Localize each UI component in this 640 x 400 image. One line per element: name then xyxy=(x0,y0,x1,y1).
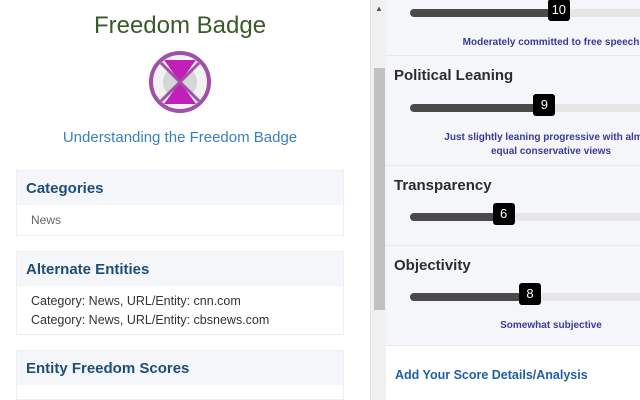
alternate-entities-list: Category: News, URL/Entity: cnn.com Cate… xyxy=(17,286,343,340)
political-leaning-section: Political Leaning 9 Just slightly leanin… xyxy=(386,56,640,166)
categories-heading: Categories xyxy=(17,171,343,205)
right-pane: 10 Moderately committed to free speech P… xyxy=(386,0,640,400)
slider-handle[interactable]: 9 xyxy=(533,94,556,116)
slider-handle[interactable]: 6 xyxy=(492,203,515,225)
alternate-entity-row: Category: News, URL/Entity: cnn.com xyxy=(31,294,241,308)
objectivity-title: Objectivity xyxy=(394,257,471,274)
political-leaning-caption-line1: Just slightly leaning progressive with a… xyxy=(444,132,640,143)
alternate-entities-card: Alternate Entities Category: News, URL/E… xyxy=(16,251,344,335)
alternate-entity-row: Category: News, URL/Entity: cbsnews.com xyxy=(31,313,270,327)
freedom-badge-logo-icon xyxy=(149,51,211,113)
scrollbar-thumb[interactable] xyxy=(374,68,385,310)
slider-handle[interactable]: 8 xyxy=(519,283,541,305)
category-item: News xyxy=(31,213,62,227)
extension-page: Freedom Badge Understanding the Freedom … xyxy=(0,0,640,400)
slider-handle[interactable]: 10 xyxy=(547,0,570,21)
free-speech-section: 10 Moderately committed to free speech xyxy=(386,0,640,56)
transparency-slider[interactable]: 6 xyxy=(410,203,640,225)
left-pane: Freedom Badge Understanding the Freedom … xyxy=(0,0,370,400)
alternate-entities-heading: Alternate Entities xyxy=(17,252,343,286)
free-speech-caption: Moderately committed to free speech xyxy=(462,37,640,48)
transparency-section: Transparency 6 xyxy=(386,166,640,246)
categories-list: News xyxy=(17,205,343,240)
add-score-details-link[interactable]: Add Your Score Details/Analysis xyxy=(395,368,588,382)
objectivity-slider[interactable]: 8 xyxy=(410,283,640,305)
slider-fill xyxy=(410,104,545,112)
free-speech-slider[interactable]: 10 xyxy=(410,0,640,21)
slider-fill xyxy=(410,213,504,221)
entity-scores-heading: Entity Freedom Scores xyxy=(17,351,343,385)
political-leaning-slider[interactable]: 9 xyxy=(410,94,640,116)
objectivity-section: Objectivity 8 Somewhat subjective xyxy=(386,246,640,346)
badge-title: Freedom Badge xyxy=(93,12,267,39)
categories-card: Categories News xyxy=(16,170,344,236)
objectivity-caption: Somewhat subjective xyxy=(500,320,602,331)
vertical-scrollbar[interactable]: ▲ xyxy=(370,0,386,400)
slider-fill xyxy=(410,293,530,301)
scroll-up-arrow-icon[interactable]: ▲ xyxy=(371,2,387,16)
transparency-title: Transparency xyxy=(394,177,492,194)
political-leaning-title: Political Leaning xyxy=(394,67,514,84)
slider-fill xyxy=(410,9,559,17)
entity-scores-card: Entity Freedom Scores xyxy=(16,350,344,400)
political-leaning-caption-line2: equal conservative views xyxy=(490,146,612,157)
understanding-badge-link[interactable]: Understanding the Freedom Badge xyxy=(0,129,360,146)
